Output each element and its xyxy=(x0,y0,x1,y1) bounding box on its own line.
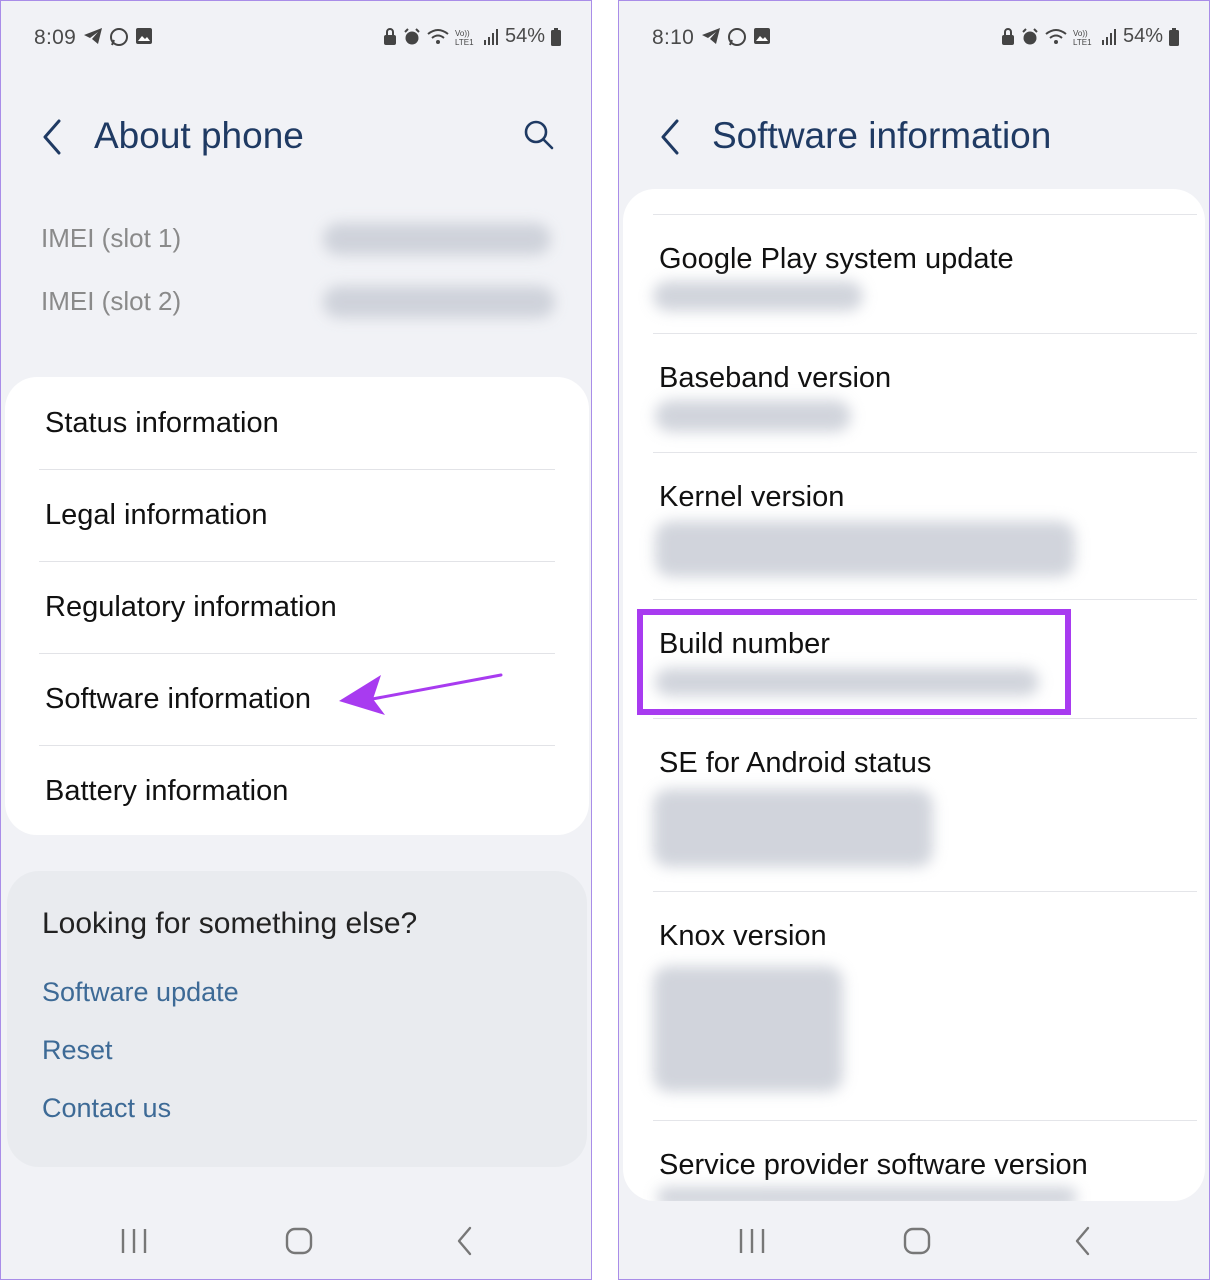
signal-icon xyxy=(1101,28,1117,46)
item-value-blurred xyxy=(653,789,933,867)
back-icon[interactable] xyxy=(39,117,69,162)
imei-slot1-value-blurred xyxy=(323,223,551,255)
back-icon[interactable] xyxy=(657,117,687,162)
status-time: 8:10 xyxy=(652,26,695,49)
item-value-blurred xyxy=(657,1187,1077,1201)
status-bar: 8:10 Vo)) LTE1 54% xyxy=(619,19,1209,55)
status-time: 8:09 xyxy=(34,26,77,49)
gallery-icon xyxy=(753,27,771,47)
lock-icon xyxy=(1001,27,1015,46)
svg-text:Vo)): Vo)) xyxy=(455,29,470,38)
recents-icon[interactable] xyxy=(119,1223,149,1264)
list-item-google-play-system-update[interactable]: Google Play system update xyxy=(623,215,1205,333)
item-value-blurred xyxy=(655,521,1075,577)
battery-icon xyxy=(551,27,561,46)
annotation-arrow-icon xyxy=(337,669,507,724)
menu-item-label: Status information xyxy=(45,407,279,439)
battery-percent: 54% xyxy=(504,25,545,47)
item-label: Google Play system update xyxy=(659,243,1014,275)
build-number-highlight-box xyxy=(637,609,1071,715)
item-value-blurred xyxy=(655,400,851,432)
list-item-baseband-version[interactable]: Baseband version xyxy=(623,334,1205,452)
menu-item-status-information[interactable]: Status information xyxy=(5,377,589,469)
home-icon[interactable] xyxy=(283,1223,315,1264)
nav-back-icon[interactable] xyxy=(453,1223,477,1264)
item-label: Kernel version xyxy=(659,481,845,513)
about-phone-screen: 8:09 Vo)) LTE1 54% About phone IMEI (slo… xyxy=(0,0,592,1280)
signal-icon xyxy=(483,28,499,46)
item-label: Baseband version xyxy=(659,362,892,394)
reset-link[interactable]: Reset xyxy=(42,1035,113,1066)
battery-icon xyxy=(1169,27,1179,46)
svg-text:LTE1: LTE1 xyxy=(1073,38,1092,46)
looking-title: Looking for something else? xyxy=(42,907,418,940)
imei-slot1-label: IMEI (slot 1) xyxy=(41,223,182,253)
gallery-icon xyxy=(135,27,153,47)
menu-item-label: Regulatory information xyxy=(45,591,337,623)
list-item-service-provider-software-version[interactable]: Service provider software version xyxy=(623,1121,1205,1201)
page-title: About phone xyxy=(94,115,304,156)
wifi-icon xyxy=(427,28,449,46)
home-icon[interactable] xyxy=(901,1223,933,1264)
alarm-icon xyxy=(403,27,421,46)
software-information-screen: 8:10 Vo)) LTE1 54% Software information … xyxy=(618,0,1210,1280)
list-item-kernel-version[interactable]: Kernel version xyxy=(623,453,1205,599)
status-bar: 8:09 Vo)) LTE1 54% xyxy=(1,19,591,55)
telegram-icon xyxy=(701,27,721,47)
menu-item-legal-information[interactable]: Legal information xyxy=(5,469,589,561)
menu-item-label: Software information xyxy=(45,683,311,715)
battery-percent: 54% xyxy=(1122,25,1163,47)
item-label: SE for Android status xyxy=(659,747,932,779)
volte-icon: Vo)) LTE1 xyxy=(1073,28,1095,46)
svg-text:LTE1: LTE1 xyxy=(455,38,474,46)
alarm-icon xyxy=(1021,27,1039,46)
menu-item-label: Legal information xyxy=(45,499,268,531)
item-value-blurred xyxy=(653,281,863,311)
software-update-link[interactable]: Software update xyxy=(42,977,239,1008)
whatsapp-icon xyxy=(727,27,747,47)
volte-icon: Vo)) LTE1 xyxy=(455,28,477,46)
navigation-bar xyxy=(619,1223,1209,1263)
whatsapp-icon xyxy=(109,27,129,47)
header: About phone xyxy=(1,109,591,165)
menu-item-label: Battery information xyxy=(45,775,289,807)
item-value-blurred xyxy=(653,966,843,1092)
lock-icon xyxy=(383,27,397,46)
navigation-bar xyxy=(1,1223,591,1263)
wifi-icon xyxy=(1045,28,1067,46)
looking-for-something-else-card: Looking for something else? Software upd… xyxy=(7,871,587,1167)
search-icon[interactable] xyxy=(523,119,555,156)
list-item-se-for-android-status[interactable]: SE for Android status xyxy=(623,719,1205,891)
menu-item-battery-information[interactable]: Battery information xyxy=(5,745,589,835)
info-menu-card: Status information Legal information Reg… xyxy=(5,377,589,835)
menu-item-regulatory-information[interactable]: Regulatory information xyxy=(5,561,589,653)
imei-slot2-value-blurred xyxy=(323,286,555,318)
item-label: Knox version xyxy=(659,920,827,952)
item-label: Service provider software version xyxy=(659,1149,1088,1181)
nav-back-icon[interactable] xyxy=(1071,1223,1095,1264)
telegram-icon xyxy=(83,27,103,47)
page-title: Software information xyxy=(712,115,1052,156)
svg-text:Vo)): Vo)) xyxy=(1073,29,1088,38)
recents-icon[interactable] xyxy=(737,1223,767,1264)
list-item-knox-version[interactable]: Knox version xyxy=(623,892,1205,1120)
header: Software information xyxy=(619,109,1209,165)
software-info-list: Google Play system update Baseband versi… xyxy=(623,189,1205,1201)
imei-slot2-label: IMEI (slot 2) xyxy=(41,286,182,316)
contact-us-link[interactable]: Contact us xyxy=(42,1093,171,1124)
